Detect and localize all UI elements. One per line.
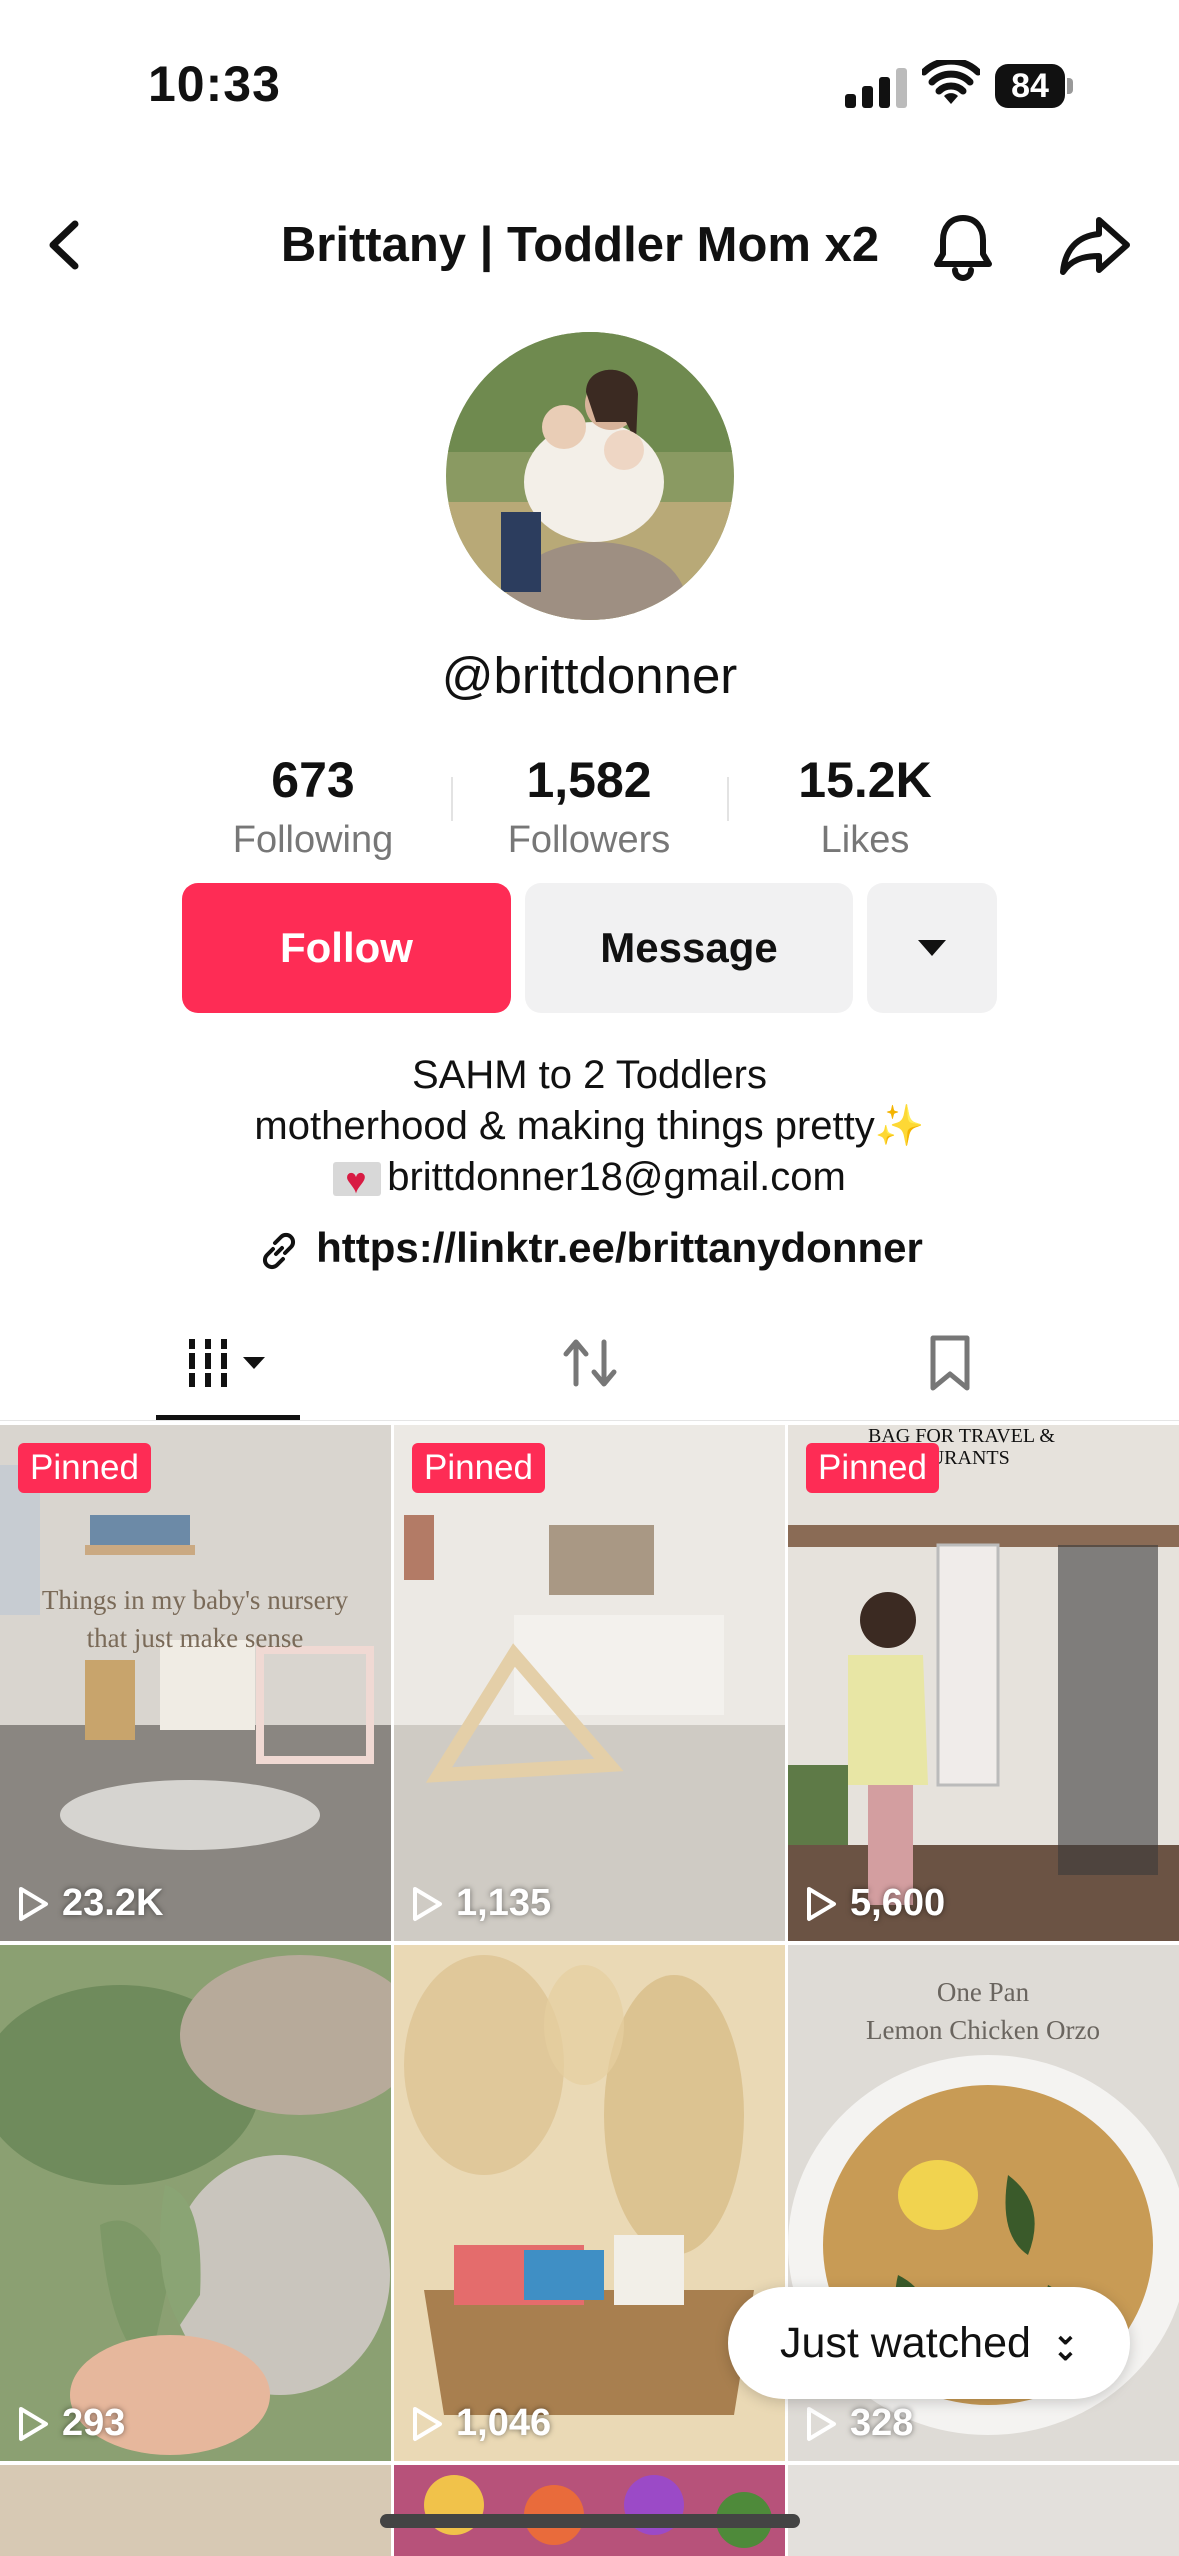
username: @brittdonner: [441, 647, 738, 704]
tab-videos[interactable]: [33, 1305, 426, 1420]
view-count: 1,135: [410, 1882, 551, 1925]
video-tile[interactable]: [0, 2465, 391, 2556]
pinned-badge: Pinned: [18, 1443, 151, 1493]
video-tile[interactable]: 1,046: [394, 1945, 785, 2461]
follow-button[interactable]: Follow: [182, 883, 511, 1013]
bio-line-2: motherhood & making things pretty✨: [0, 1101, 1179, 1152]
video-tile[interactable]: [394, 2465, 785, 2556]
page-title: Brittany | Toddler Mom x2: [280, 218, 880, 272]
avatar[interactable]: [446, 332, 734, 620]
play-icon: [19, 2406, 48, 2441]
video-thumbnail: [0, 1945, 391, 2461]
double-chevron-down-icon: ⌄ ⌄: [1052, 2318, 1079, 2367]
pinned-badge: Pinned: [806, 1443, 939, 1493]
status-bar: 10:33 84: [0, 0, 1179, 170]
bookmark-icon: [930, 1335, 969, 1390]
stat-following[interactable]: 673 Following: [193, 745, 433, 865]
bio-email: brittdonner18@gmail.com: [387, 1155, 846, 1199]
bio: SAHM to 2 Toddlers motherhood & making t…: [0, 1050, 1179, 1206]
play-icon: [807, 1886, 836, 1921]
suggested-accounts-button[interactable]: [867, 883, 997, 1013]
video-tile[interactable]: 293: [0, 1945, 391, 2461]
bio-line-1: SAHM to 2 Toddlers: [412, 1053, 767, 1097]
view-count-value: 23.2K: [62, 1882, 164, 1924]
view-count-value: 293: [62, 2402, 126, 2444]
view-count: 23.2K: [16, 1882, 163, 1925]
caret-down-icon: [918, 940, 946, 956]
pinned-badge: Pinned: [412, 1443, 545, 1493]
play-icon: [413, 2406, 442, 2441]
video-thumbnail: [788, 1425, 1179, 1941]
back-arrow-icon[interactable]: [35, 210, 95, 280]
video-caption-overlay-line-2: Lemon Chicken Orzo: [866, 2015, 1100, 2045]
stat-likes[interactable]: 15.2K Likes: [745, 745, 985, 865]
play-icon: [413, 1886, 442, 1921]
stat-likes-label: Likes: [820, 819, 910, 861]
video-caption-overlay: Things in my baby's nursery that just ma…: [41, 1585, 349, 1653]
bio-line-2-text: motherhood & making things pretty: [254, 1104, 875, 1148]
view-count-value: 328: [850, 2402, 914, 2444]
share-icon[interactable]: [1055, 208, 1135, 282]
video-tile[interactable]: BAG FOR TRAVEL & RESTAURANTS Pinned 5,60…: [788, 1425, 1179, 1941]
video-thumbnail: [0, 1425, 391, 1941]
status-time: 10:33: [148, 56, 281, 112]
just-watched-label: Just watched: [779, 2318, 1031, 2367]
video-tile[interactable]: [788, 2465, 1179, 2556]
stat-following-value: 673: [271, 752, 355, 808]
divider: [727, 777, 729, 821]
repost-icon: [563, 1339, 616, 1386]
battery-icon: 84: [995, 64, 1075, 108]
love-letter-icon: [333, 1155, 382, 1206]
view-count-value: 1,135: [456, 1882, 552, 1924]
stat-likes-value: 15.2K: [798, 752, 932, 808]
play-icon: [807, 2406, 836, 2441]
view-count: 5,600: [804, 1882, 945, 1925]
link-icon: [263, 1232, 296, 1269]
battery-level: 84: [995, 64, 1065, 108]
home-indicator[interactable]: [380, 2514, 800, 2528]
video-caption-overlay-line-1: One Pan: [936, 1977, 1030, 2007]
content-tabs: [0, 1305, 1179, 1421]
tab-favorites[interactable]: [753, 1305, 1146, 1420]
bell-icon[interactable]: [928, 208, 998, 282]
tab-indicator: [156, 1415, 300, 1420]
view-count: 328: [804, 2402, 913, 2445]
stat-following-label: Following: [232, 819, 394, 861]
stat-followers-label: Followers: [507, 819, 671, 861]
just-watched-button[interactable]: Just watched ⌄ ⌄: [728, 2287, 1130, 2399]
video-tile[interactable]: Pinned 1,135: [394, 1425, 785, 1941]
message-button[interactable]: Message: [525, 883, 853, 1013]
divider: [451, 777, 453, 821]
view-count: 293: [16, 2402, 125, 2445]
cellular-signal-icon: [845, 66, 907, 108]
profile-header: Brittany | Toddler Mom x2: [0, 190, 1179, 300]
video-thumbnail: [394, 1425, 785, 1941]
wifi-icon: [922, 60, 980, 104]
video-thumbnail: [394, 1945, 785, 2461]
stat-followers-value: 1,582: [526, 752, 652, 808]
bio-email-line: brittdonner18@gmail.com: [0, 1152, 1179, 1206]
view-count-value: 1,046: [456, 2402, 552, 2444]
sparkles-icon: ✨: [874, 1104, 925, 1148]
video-tile[interactable]: Pinned Things in my baby's nursery that …: [0, 1425, 391, 1941]
view-count: 1,046: [410, 2402, 551, 2445]
profile-stats: 673 Following 1,582 Followers 15.2K Like…: [0, 745, 1179, 865]
bio-link[interactable]: https://linktr.ee/brittanydonner: [0, 1218, 1179, 1278]
bio-link-text: https://linktr.ee/brittanydonner: [316, 1224, 923, 1271]
video-thumbnail: [394, 2465, 785, 2556]
view-count-value: 5,600: [850, 1882, 946, 1924]
tab-reposts[interactable]: [393, 1305, 786, 1420]
play-icon: [19, 1886, 48, 1921]
stat-followers[interactable]: 1,582 Followers: [469, 745, 709, 865]
videos-grid-icon: [184, 1338, 265, 1387]
